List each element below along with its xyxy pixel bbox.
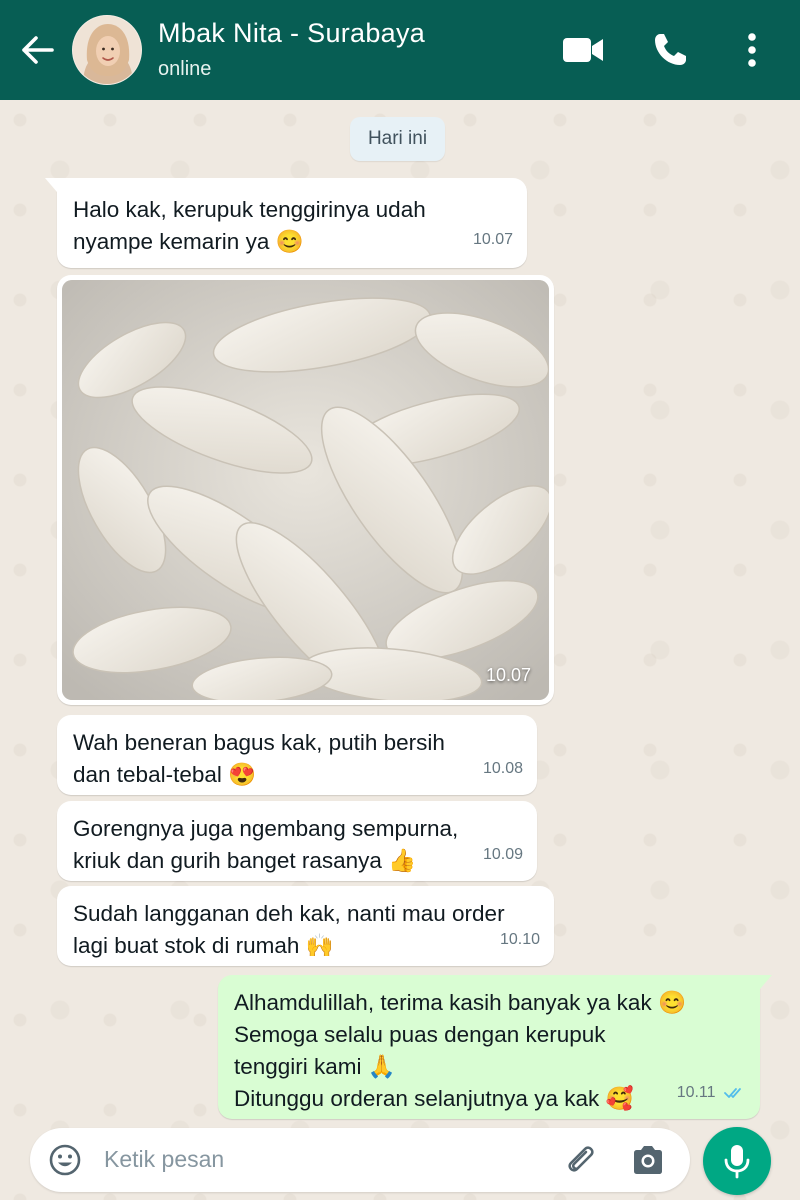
kerupuk-photo[interactable]: 10.07: [62, 280, 549, 700]
message-incoming[interactable]: Wah beneran bagus kak, putih bersih dan …: [57, 715, 537, 795]
message-text: Wah beneran bagus kak, putih bersih: [73, 730, 445, 755]
message-text: Halo kak, kerupuk tenggirinya udah: [73, 197, 426, 222]
message-text: Alhamdulillah, terima kasih banyak ya ka…: [234, 990, 686, 1015]
back-arrow-icon[interactable]: [18, 30, 58, 70]
attach-icon[interactable]: [562, 1142, 598, 1178]
message-incoming[interactable]: Gorengnya juga ngembang sempurna, kriuk …: [57, 801, 537, 881]
message-text: kriuk dan gurih banget rasanya 👍: [73, 848, 417, 873]
chat-header: Mbak Nita - Surabaya online: [0, 0, 800, 100]
message-text: nyampe kemarin ya 😊: [73, 229, 304, 254]
message-outgoing[interactable]: Alhamdulillah, terima kasih banyak ya ka…: [218, 975, 772, 1119]
emoji-icon[interactable]: [48, 1143, 82, 1177]
message-time: 10.10: [499, 931, 540, 948]
message-incoming[interactable]: Sudah langganan deh kak, nanti mau order…: [57, 886, 554, 966]
message-time: 10.11: [676, 1084, 716, 1101]
camera-icon[interactable]: [630, 1143, 666, 1177]
message-text: Semoga selalu puas dengan kerupuk: [234, 1022, 606, 1047]
read-receipt-icon: [724, 1087, 741, 1098]
message-text: Ditunggu orderan selanjutnya ya kak 🥰: [234, 1086, 634, 1111]
phone-call-icon[interactable]: [648, 28, 692, 72]
message-input-bar: Ketik pesan: [30, 1128, 690, 1192]
message-input[interactable]: Ketik pesan: [104, 1146, 224, 1173]
message-time: 10.08: [482, 760, 523, 777]
message-time: 10.07: [485, 665, 531, 685]
message-time: 10.07: [472, 231, 513, 248]
message-incoming[interactable]: Halo kak, kerupuk tenggirinya udah nyamp…: [45, 178, 527, 268]
more-options-icon[interactable]: [734, 28, 770, 72]
date-divider: Hari ini: [350, 117, 445, 161]
avatar[interactable]: [72, 15, 142, 85]
contact-name[interactable]: Mbak Nita - Surabaya: [158, 18, 425, 49]
message-text: Gorengnya juga ngembang sempurna,: [73, 816, 459, 841]
message-time-row: 10.11: [677, 1077, 746, 1109]
video-call-icon[interactable]: [558, 30, 608, 70]
message-text: dan tebal-tebal 😍: [73, 762, 257, 787]
message-text: lagi buat stok di rumah 🙌: [73, 933, 334, 958]
message-time: 10.09: [482, 846, 523, 863]
contact-status: online: [158, 58, 212, 80]
message-text: Sudah langganan deh kak, nanti mau order: [73, 901, 505, 926]
microphone-icon[interactable]: [703, 1127, 771, 1195]
message-image[interactable]: 10.07: [57, 275, 554, 705]
message-text: tenggiri kami 🙏: [234, 1054, 396, 1079]
